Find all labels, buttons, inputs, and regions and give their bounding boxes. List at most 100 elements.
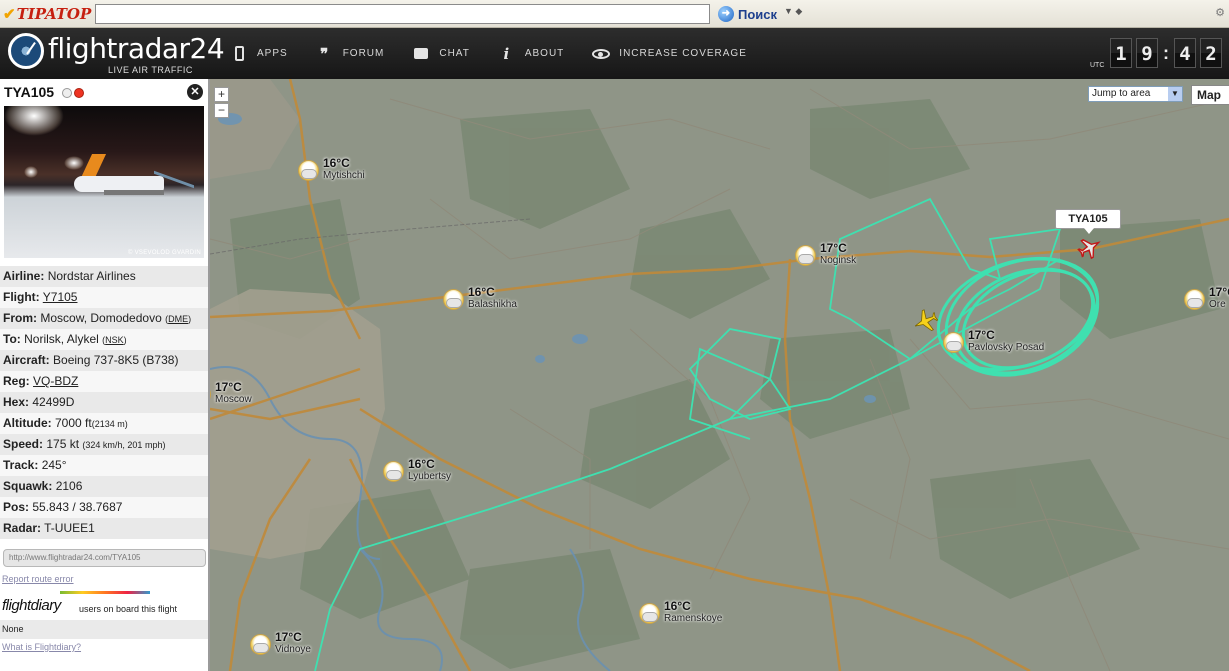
city-temperature: 16°C — [468, 285, 495, 299]
flightdiary-caption: users on board this flight — [79, 604, 178, 614]
detail-row-speed: Speed: 175 kt (324 km/h, 201 mph) — [0, 434, 208, 455]
detail-row-radar: Radar: T-UUEE1 — [0, 518, 208, 539]
flightradar24-logo[interactable]: flightradar24 LIVE AIR TRAFFIC — [8, 32, 225, 76]
detail-value: Boeing 737-8K5 (B738) — [53, 353, 179, 367]
zoom-out-button[interactable]: − — [214, 103, 229, 118]
detail-value: 245° — [41, 458, 67, 472]
city-temperature: 17°C — [820, 241, 847, 255]
detail-label: From: — [3, 311, 37, 325]
detail-row-from: From: Moscow, Domodedovo (DME) — [0, 308, 208, 329]
jump-to-area-select[interactable]: Jump to area ▼ — [1088, 86, 1183, 102]
alert-dot-icon[interactable] — [74, 88, 84, 98]
flight-number-link[interactable]: Y7105 — [43, 290, 78, 304]
search-options-icon[interactable]: ▼ ◆ — [784, 6, 802, 17]
nav-about[interactable]: i ABOUT — [498, 45, 564, 63]
detail-label: Airline: — [3, 269, 45, 283]
detail-row-aircraft: Aircraft: Boeing 737-8K5 (B738) — [0, 350, 208, 371]
clock-digit: 9 — [1136, 38, 1158, 68]
city-temperature: 17°C — [968, 328, 995, 342]
what-is-flightdiary-link[interactable]: What is Flightdiary? — [2, 642, 81, 652]
detail-label: Radar: — [3, 521, 42, 535]
clock-colon: : — [1163, 43, 1169, 63]
detail-label: Squawk: — [3, 479, 53, 493]
zoom-in-button[interactable]: + — [214, 87, 229, 102]
photo-credit: © VSEVOLOD GVARDIN — [127, 250, 201, 256]
share-url-field[interactable]: http://www.flightradar24.com/TYA105 — [3, 549, 206, 567]
detail-row-reg: Reg: VQ-BDZ — [0, 371, 208, 392]
nav-chat-label: CHAT — [439, 48, 470, 59]
detail-row-flight: Flight: Y7105 — [0, 287, 208, 308]
detail-label: Reg: — [3, 374, 30, 388]
city-name: Mytishchi — [323, 170, 365, 181]
map-type-button[interactable]: Map — [1191, 85, 1229, 105]
clock-digit: 4 — [1174, 38, 1196, 68]
detail-value: T-UUEE1 — [44, 521, 95, 535]
city-temperature: 17°C — [215, 380, 242, 394]
clock-digit: 1 — [1110, 38, 1132, 68]
nav-apps[interactable]: APPS — [230, 46, 288, 61]
map-canvas[interactable] — [210, 79, 1229, 671]
clock-timezone-label: UTC — [1090, 62, 1105, 69]
report-route-error-link[interactable]: Report route error — [2, 574, 74, 584]
info-circle-icon[interactable] — [62, 88, 72, 98]
detail-label: Hex: — [3, 395, 30, 409]
detail-secondary-value: (2134 m) — [91, 419, 128, 429]
flightdiary-passengers: None — [0, 620, 208, 639]
destination-airport-code-link[interactable]: NSK — [105, 335, 124, 345]
search-input[interactable] — [95, 4, 710, 24]
detail-value: 2106 — [55, 479, 83, 493]
site-header: flightradar24 LIVE AIR TRAFFIC APPS ❞ FO… — [0, 28, 1229, 79]
tipatop-toolbar-logo[interactable]: ✔ TIPATOP ▼ — [3, 4, 102, 24]
city-name: Lyubertsy — [408, 471, 451, 482]
detail-value: Norilsk, Alykel — [24, 332, 99, 346]
detail-label: Track: — [3, 458, 39, 472]
detail-value: 175 kt — [46, 437, 80, 451]
nav-increase-coverage[interactable]: INCREASE COVERAGE — [592, 48, 747, 59]
city-name: Pavlovsky Posad — [968, 342, 1045, 353]
aircraft-callout[interactable]: TYA105 — [1055, 209, 1121, 234]
search-button[interactable]: ➜ Поиск — [718, 5, 777, 23]
toolbar-settings-icon[interactable]: ⚙ — [1215, 6, 1225, 19]
utc-clock: 1 9 : 4 2 — [1110, 38, 1222, 70]
detail-label: Flight: — [3, 290, 40, 304]
city-temperature: 16°C — [323, 156, 350, 170]
logo-text: flightradar24 — [48, 32, 225, 65]
detail-label: Pos: — [3, 500, 30, 514]
radar-logo-icon — [8, 33, 44, 69]
city-temperature: 16°C — [664, 599, 691, 613]
search-button-label: Поиск — [738, 6, 778, 22]
nav-forum[interactable]: ❞ FORUM — [316, 45, 385, 63]
flightdiary-logo[interactable]: flightdiary — [2, 597, 61, 614]
city-name: Moscow — [215, 394, 252, 405]
detail-row-squawk: Squawk: 2106 — [0, 476, 208, 497]
close-icon[interactable]: ✕ — [187, 84, 203, 100]
nav-about-label: ABOUT — [524, 48, 565, 59]
nav-apps-label: APPS — [257, 48, 288, 59]
detail-label: Altitude: — [3, 416, 52, 430]
detail-value: Nordstar Airlines — [47, 269, 136, 283]
detail-value: Moscow, Domodedovo — [40, 311, 162, 325]
clock-digit: 2 — [1200, 38, 1222, 68]
detail-row-to: To: Norilsk, Alykel (NSK) — [0, 329, 208, 350]
logo-subtitle: LIVE AIR TRAFFIC — [108, 65, 193, 75]
chat-bubble-icon — [412, 48, 430, 59]
registration-link[interactable]: VQ-BDZ — [33, 374, 78, 388]
phone-icon — [230, 46, 248, 61]
nav-chat[interactable]: CHAT — [412, 48, 469, 59]
eye-icon — [592, 48, 611, 59]
map-view[interactable]: + − Jump to area ▼ Map TYA105 16°C Mytis… — [210, 79, 1229, 671]
globe-icon: ➜ — [718, 6, 734, 22]
city-name: Ramenskoye — [664, 613, 723, 624]
detail-row-altitude: Altitude: 7000 ft(2134 m) — [0, 413, 208, 434]
detail-label: Aircraft: — [3, 353, 50, 367]
detail-value: 7000 ft — [55, 416, 92, 430]
main-nav: APPS ❞ FORUM CHAT i ABOUT INCREASE COVER… — [230, 28, 775, 79]
aircraft-photo[interactable]: © VSEVOLOD GVARDIN — [4, 106, 204, 258]
city-temperature: 17°C — [275, 630, 302, 644]
flight-info-panel: TYA105 ✕ © VSEVOLOD GVARDIN Airline: Nor… — [0, 79, 210, 671]
city-name: Ore — [1209, 299, 1226, 310]
check-icon: ✔ — [3, 5, 16, 23]
flight-callsign: TYA105 — [4, 84, 55, 100]
jump-to-area-label: Jump to area — [1092, 88, 1151, 99]
origin-airport-code-link[interactable]: DME — [168, 314, 188, 324]
